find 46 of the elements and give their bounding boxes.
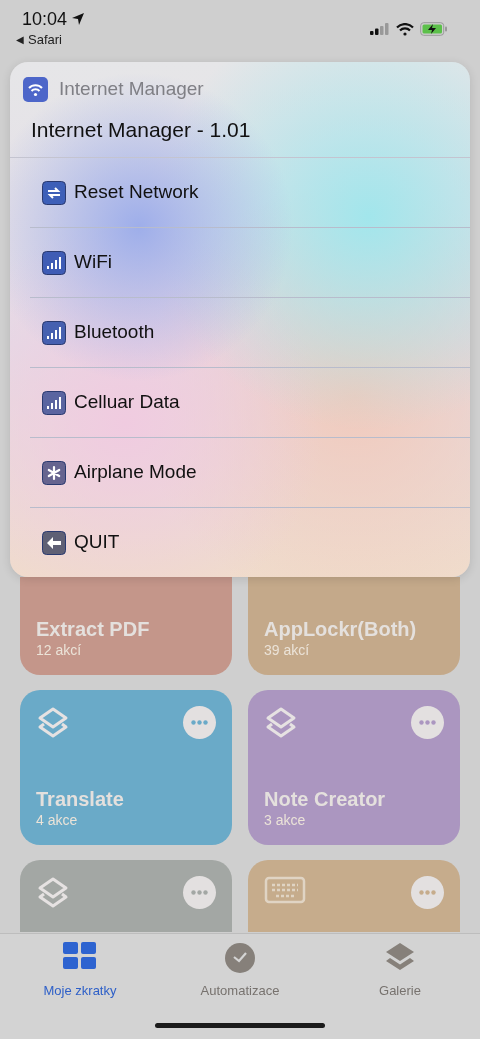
back-to-app-link[interactable]: Safari: [28, 30, 62, 50]
menu-item[interactable]: QUIT: [30, 508, 470, 577]
signal-bars-icon: [42, 250, 66, 275]
asterisk-icon: [42, 460, 66, 485]
menu-item[interactable]: Bluetooth: [30, 298, 470, 367]
check-circle-icon: [224, 942, 256, 974]
shortcut-card[interactable]: [248, 860, 460, 932]
action-count: 39 akcí: [264, 641, 311, 659]
layers-icon: [264, 706, 298, 740]
keyboard-icon: [264, 876, 306, 904]
menu-item[interactable]: WiFi: [30, 228, 470, 297]
shortcut-title: AppLockr(Both): [264, 617, 418, 641]
ellipsis-icon: [419, 890, 436, 895]
layers-icon: [36, 706, 70, 740]
wifi-icon: [396, 22, 414, 36]
menu-item[interactable]: Celluar Data: [30, 368, 470, 437]
shortcut-title: Translate: [36, 787, 125, 811]
refresh-icon: [42, 180, 66, 205]
location-arrow-icon: [71, 12, 86, 26]
more-button[interactable]: [411, 706, 444, 739]
shortcut-title: Note Creator: [264, 787, 387, 811]
more-button[interactable]: [183, 706, 216, 739]
battery-charging-icon: [420, 22, 448, 36]
layers-icon: [36, 876, 70, 910]
back-glyph: ◀: [16, 33, 24, 48]
wifi-app-icon: [23, 76, 48, 102]
action-count: 3 akce: [264, 811, 307, 829]
shortcut-card[interactable]: [20, 860, 232, 932]
ellipsis-icon: [191, 890, 208, 895]
action-count: 12 akcí: [36, 641, 83, 659]
app-name: Internet Manager: [59, 77, 204, 101]
action-count: 4 akce: [36, 811, 79, 829]
tab[interactable]: Moje zkratky: [10, 942, 150, 1000]
more-button[interactable]: [411, 876, 444, 909]
status-time: 10:04: [22, 8, 68, 30]
ellipsis-icon: [191, 720, 208, 725]
menu-title: Internet Manager - 1.01: [30, 116, 252, 143]
grid-icon: [63, 942, 97, 970]
more-button[interactable]: [183, 876, 216, 909]
ellipsis-icon: [419, 720, 436, 725]
signal-bars-icon: [42, 390, 66, 415]
menu-item[interactable]: Reset Network: [30, 158, 470, 227]
cellular-signal-icon: [370, 23, 390, 35]
menu-item[interactable]: Airplane Mode: [30, 438, 470, 507]
signal-bars-icon: [42, 320, 66, 345]
shortcut-title: Extract PDF: [36, 617, 151, 641]
